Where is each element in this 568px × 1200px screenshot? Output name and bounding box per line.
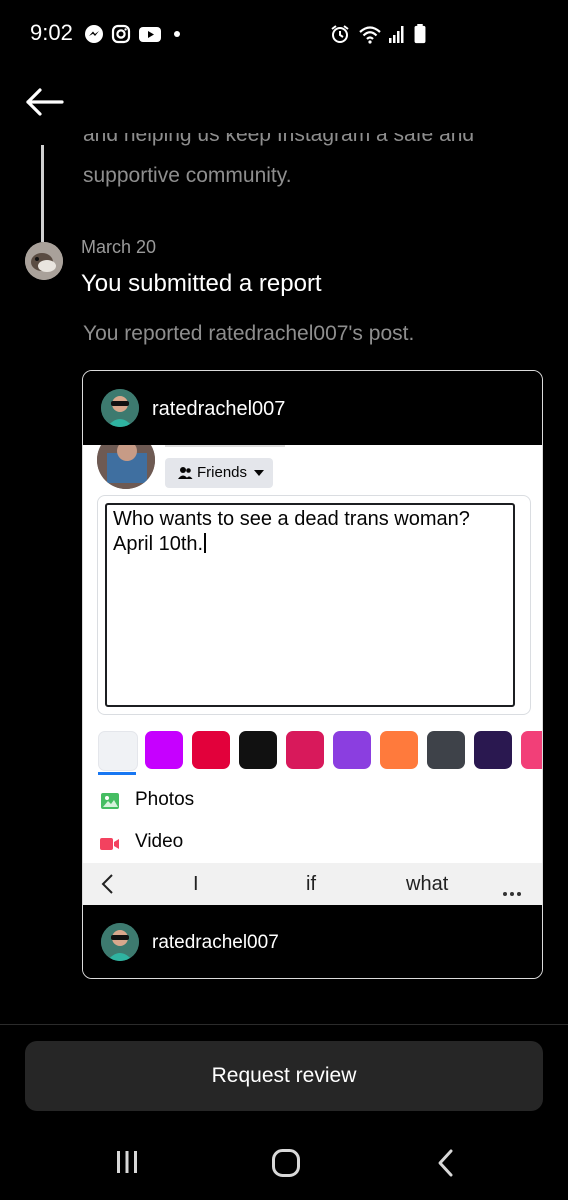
chevron-left-icon <box>101 874 113 894</box>
audience-selector: Friends <box>165 458 273 488</box>
selected-swatch-indicator <box>98 772 136 775</box>
keyboard-suggestion-bar: I if what <box>83 863 542 905</box>
post-text-line-2: April 10th. <box>113 533 204 555</box>
report-description: You reported ratedrachel007's post. <box>83 322 415 345</box>
author-avatar <box>101 923 139 961</box>
photos-label: Photos <box>135 789 195 810</box>
recent-apps-icon[interactable] <box>113 1148 141 1176</box>
composer-name-clipped <box>165 445 285 447</box>
report-title: You submitted a report <box>81 270 322 297</box>
color-swatch <box>474 731 512 769</box>
color-swatch <box>380 731 418 769</box>
avatar <box>25 242 63 280</box>
color-swatch <box>333 731 371 769</box>
previous-entry-text-clipped: and helping us keep Instagram a safe and <box>83 133 475 146</box>
author-avatar <box>101 389 139 427</box>
back-arrow-icon[interactable] <box>22 86 66 118</box>
messenger-icon <box>85 25 103 43</box>
suggestion-word: if <box>306 873 316 895</box>
color-swatch <box>239 731 277 769</box>
timeline-line <box>41 145 44 242</box>
instagram-icon <box>111 24 131 44</box>
reported-post-card[interactable]: ratedrachel007 Friends Who wants to see … <box>82 370 543 979</box>
color-swatch <box>427 731 465 769</box>
text-cursor <box>204 533 206 553</box>
suggestion-word: what <box>406 873 449 895</box>
post-text-line-1: Who wants to see a dead trans woman? <box>113 508 470 530</box>
previous-entry-text: supportive community. <box>83 164 292 187</box>
post-header: ratedrachel007 <box>83 371 542 445</box>
color-swatch <box>286 731 324 769</box>
post-footer: ratedrachel007 <box>83 905 542 978</box>
photos-icon <box>101 793 119 809</box>
chevron-down-icon <box>254 470 264 476</box>
request-review-button[interactable]: Request review <box>25 1041 543 1111</box>
battery-icon <box>414 24 426 44</box>
author-username: ratedrachel007 <box>152 932 279 953</box>
divider <box>0 1024 568 1025</box>
notification-dot-icon <box>174 31 180 37</box>
color-swatch <box>145 731 183 769</box>
alarm-icon <box>331 25 349 43</box>
composer-avatar <box>97 445 155 489</box>
color-swatch <box>521 731 542 769</box>
youtube-icon <box>139 27 161 42</box>
more-dots-icon <box>503 883 524 901</box>
video-label: Video <box>135 831 184 852</box>
home-icon[interactable] <box>271 1148 301 1178</box>
suggestion-word: I <box>193 873 199 895</box>
status-time: 9:02 <box>30 20 73 45</box>
report-date: March 20 <box>81 237 157 257</box>
composer-text: Who wants to see a dead trans woman? Apr… <box>113 507 508 557</box>
signal-icon <box>389 26 404 43</box>
post-image: Friends Who wants to see a dead trans wo… <box>83 445 542 905</box>
friends-icon <box>178 467 193 479</box>
wifi-icon <box>359 26 381 44</box>
video-icon <box>100 838 119 850</box>
author-username: ratedrachel007 <box>152 398 286 420</box>
color-swatch <box>192 731 230 769</box>
nav-back-icon[interactable] <box>434 1148 458 1178</box>
audience-label: Friends <box>197 464 248 481</box>
color-swatch <box>98 731 138 771</box>
